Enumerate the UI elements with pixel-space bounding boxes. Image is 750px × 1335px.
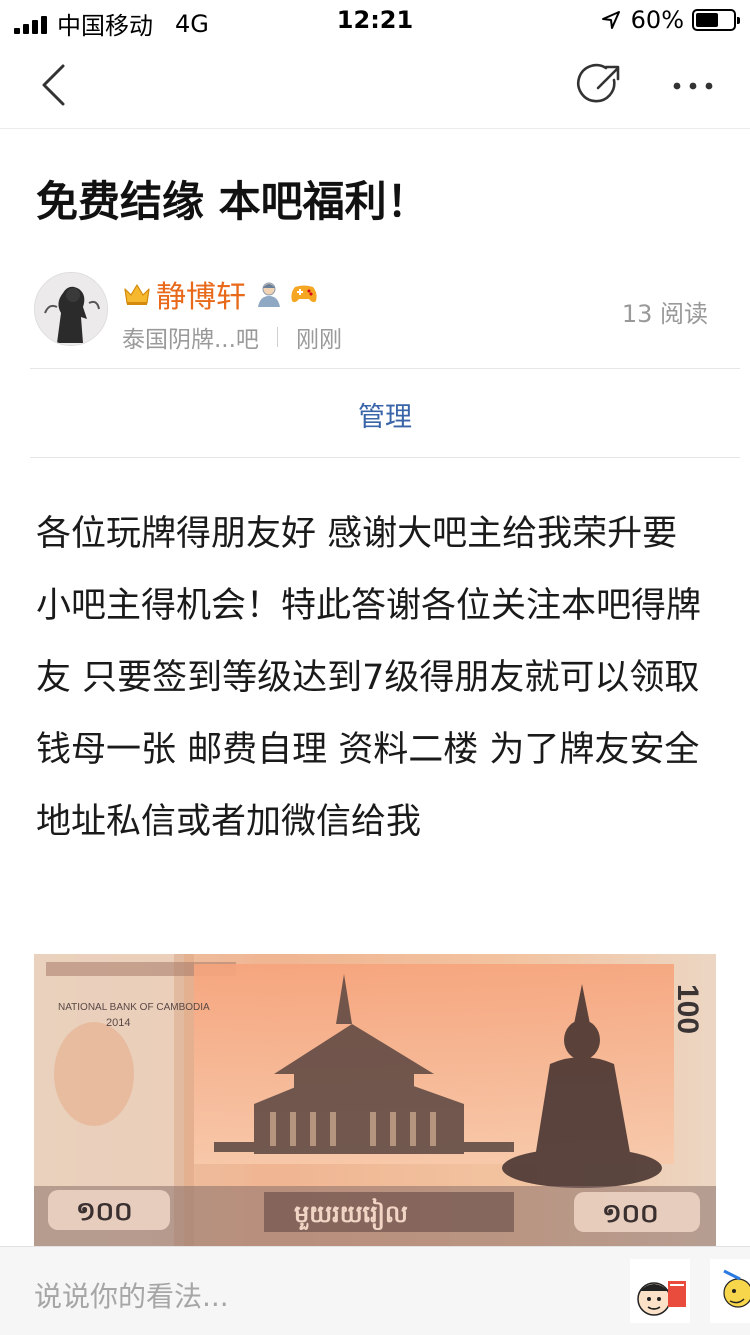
sticker-meme-icon[interactable] — [710, 1259, 750, 1323]
author-name[interactable]: 静博轩 — [156, 272, 246, 316]
status-right: 60% — [601, 6, 740, 34]
gamepad-icon — [291, 285, 317, 303]
banknote-illustration: NATIONAL BANK OF CAMBODIA 2014 100 ១០០ ១… — [34, 954, 716, 1246]
location-arrow-icon — [601, 11, 620, 29]
post-title: 免费结缘 本吧福利！ — [36, 177, 429, 226]
comment-bar: 说说你的看法... — [0, 1246, 750, 1335]
avatar[interactable] — [34, 272, 108, 346]
forum-name[interactable]: 泰国阴牌...吧 — [122, 320, 259, 354]
share-icon[interactable] — [576, 60, 626, 110]
back-icon[interactable] — [30, 60, 80, 110]
post-image-banknote[interactable]: NATIONAL BANK OF CAMBODIA 2014 100 ១០០ ១… — [34, 954, 716, 1246]
manage-button[interactable]: 管理 — [358, 395, 412, 434]
read-count: 13 阅读 — [621, 300, 708, 328]
comment-input[interactable]: 说说你的看法... — [34, 1275, 229, 1315]
user-badge-icon — [258, 282, 280, 307]
nav-bar — [0, 40, 750, 129]
battery-percent: 60% — [630, 6, 684, 34]
bank-name: NATIONAL BANK OF CAMBODIA — [58, 1002, 210, 1013]
more-icon[interactable] — [668, 60, 718, 110]
denomination-label: 100 — [671, 984, 704, 1034]
sticker-emoji-icon[interactable] — [630, 1259, 690, 1323]
battery-fill — [696, 13, 718, 27]
author-row: 静博轩 — [122, 272, 318, 316]
meta-divider — [276, 327, 278, 347]
status-bar: 中国移动 4G 12:21 60% — [0, 0, 750, 40]
crown-icon — [124, 284, 150, 305]
right-khmer-numeral: ១០០ — [602, 1199, 659, 1229]
battery-icon — [692, 9, 740, 31]
post-meta: 泰国阴牌...吧 刚刚 — [122, 320, 342, 354]
manage-bar: 管理 — [30, 368, 740, 458]
left-khmer-numeral: ១០០ — [76, 1197, 133, 1227]
bank-year: 2014 — [106, 1017, 130, 1029]
avatar-image — [35, 273, 107, 345]
post-time: 刚刚 — [295, 327, 342, 353]
post-body: 各位玩牌得朋友好 感谢大吧主给我荣升要小吧主得机会！特此答谢各位关注本吧得牌友 … — [36, 514, 702, 842]
khmer-denomination-script: មួយរយរៀល — [294, 1198, 408, 1231]
